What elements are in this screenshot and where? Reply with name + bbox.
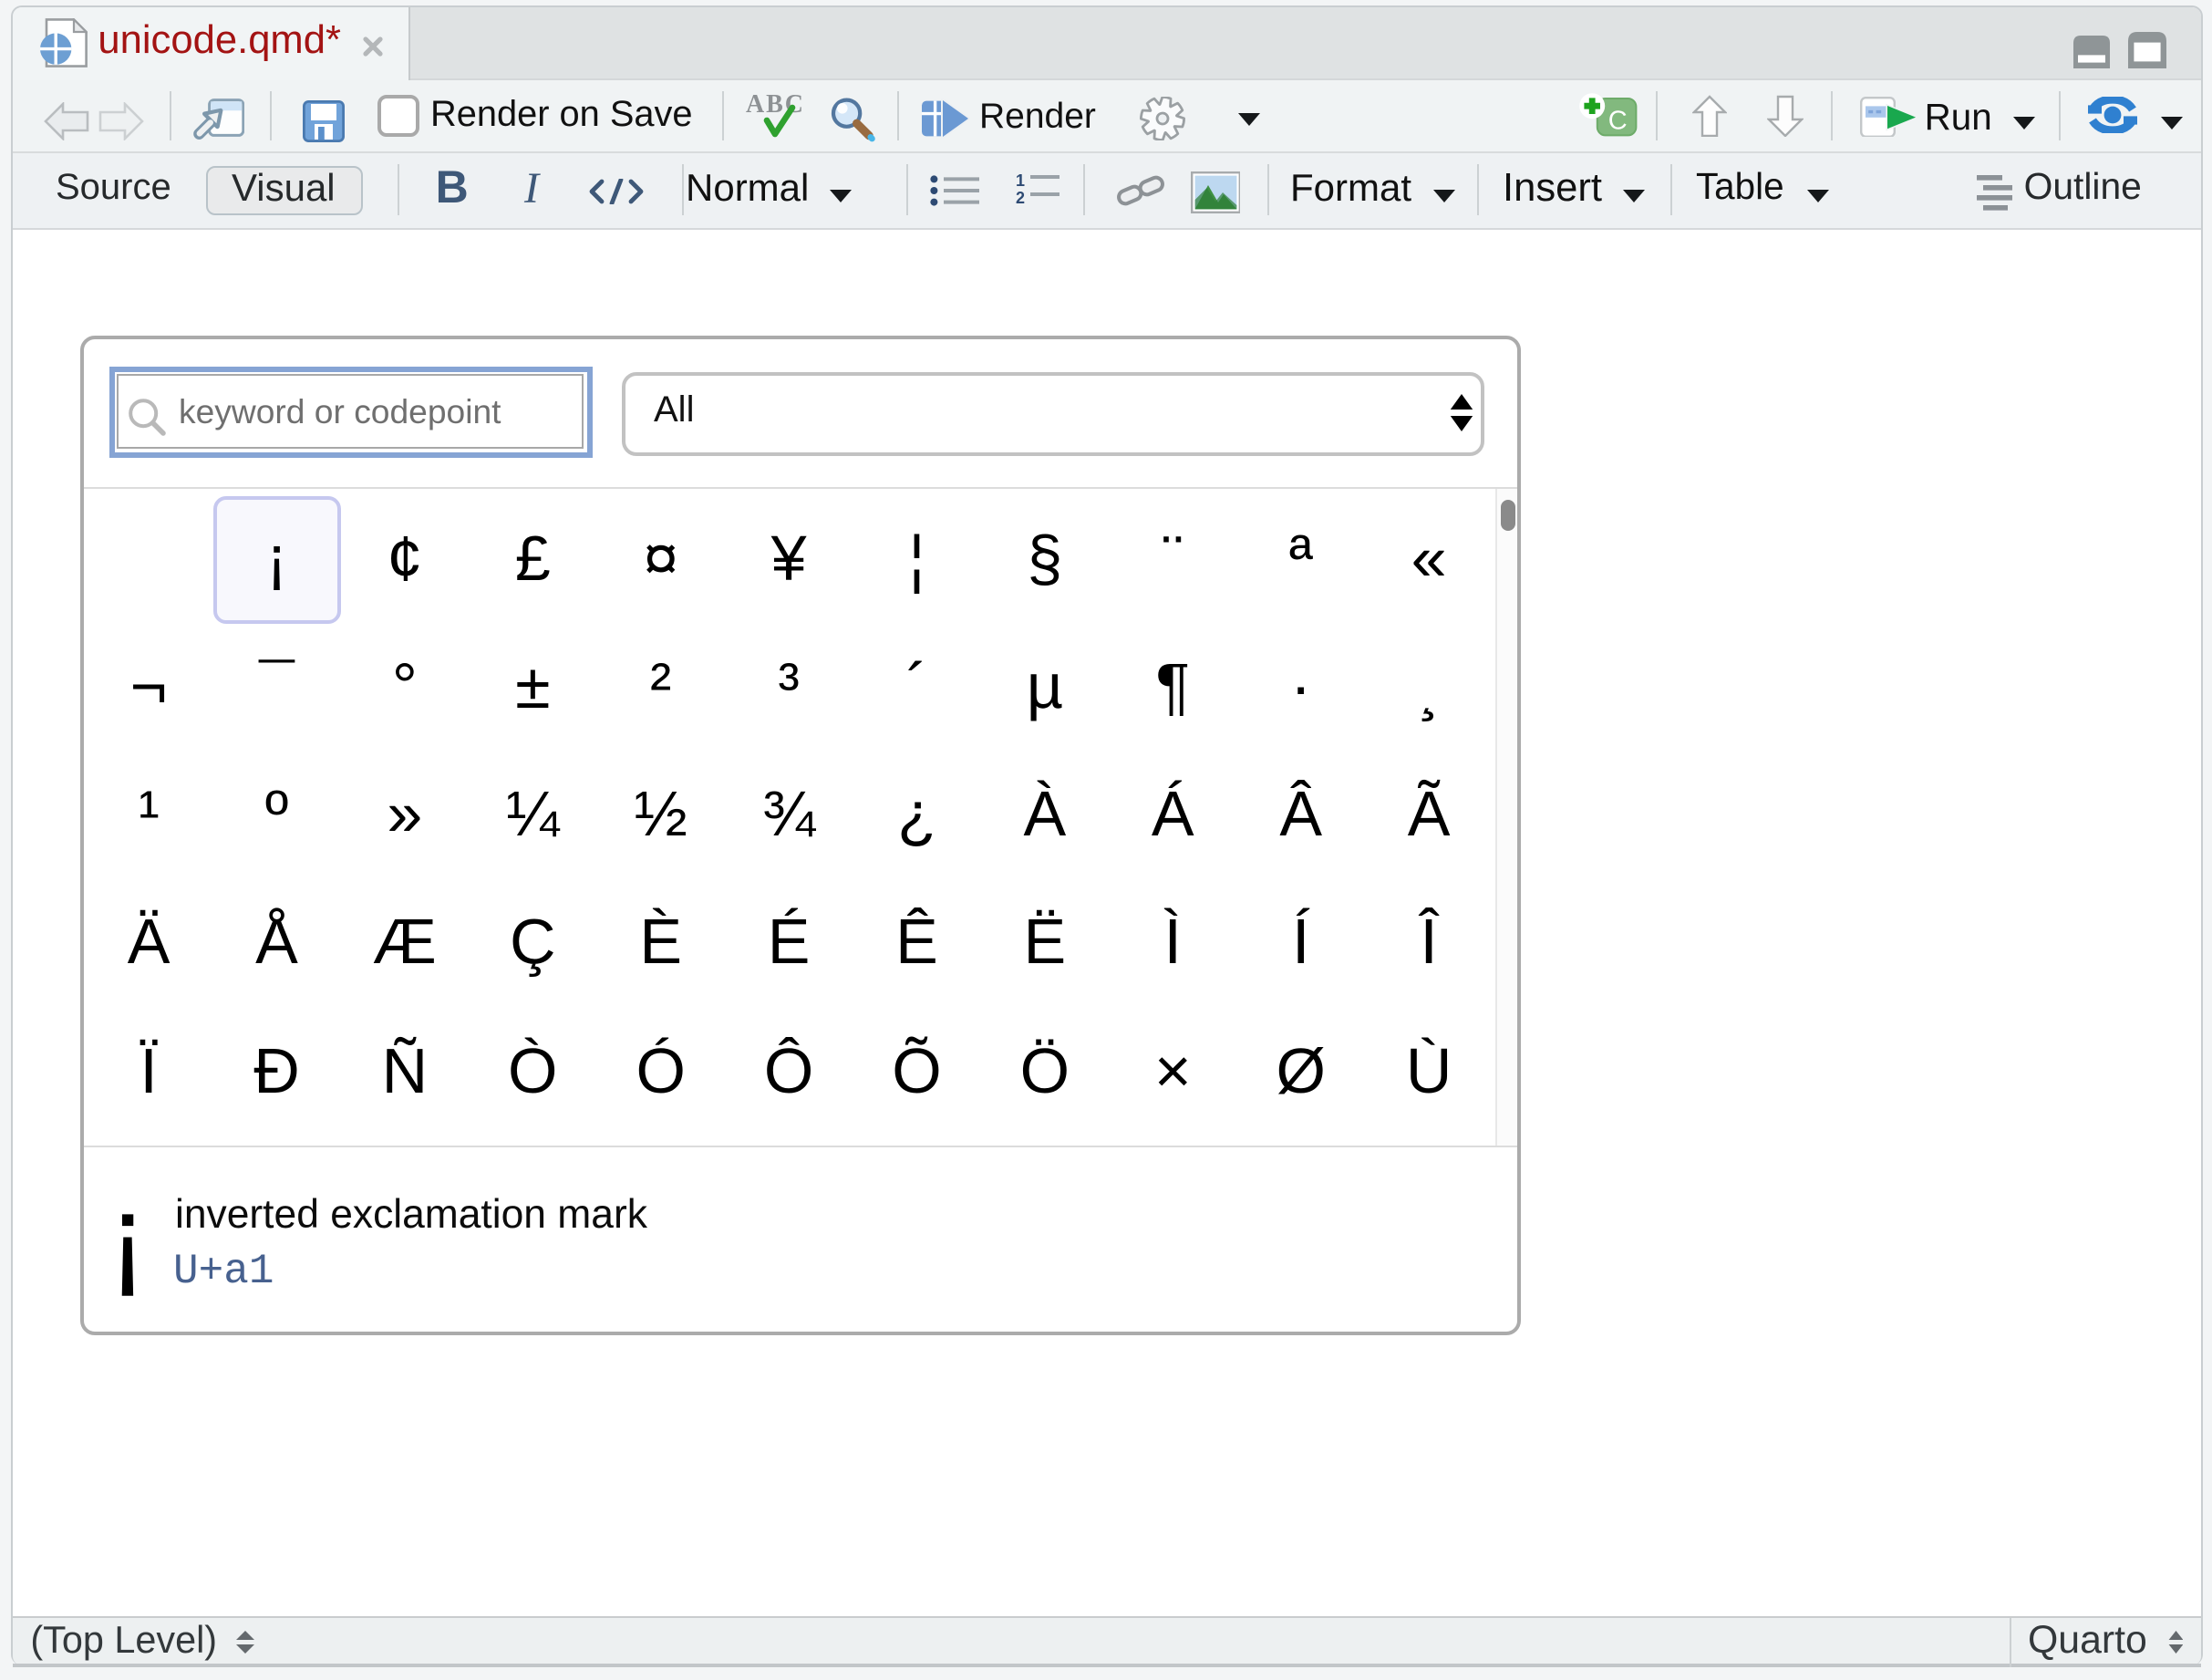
svg-text:2: 2 — [1015, 190, 1024, 205]
svg-text:C: C — [1609, 106, 1628, 135]
svg-text:ABC: ABC — [746, 90, 803, 119]
svg-text:1: 1 — [1015, 172, 1024, 191]
